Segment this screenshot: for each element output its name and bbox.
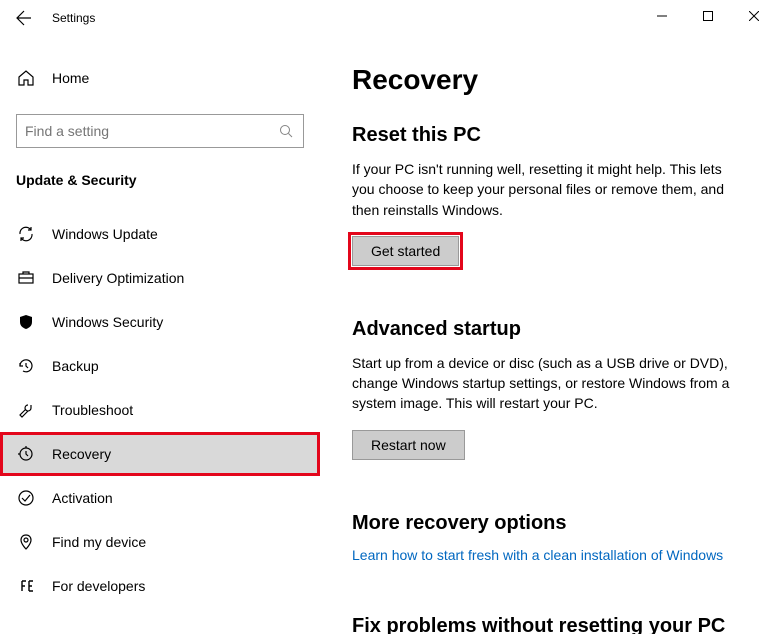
sidebar-item-label: Delivery Optimization xyxy=(52,270,184,286)
maximize-icon xyxy=(703,11,713,21)
search-icon xyxy=(279,124,295,138)
advanced-section-desc: Start up from a device or disc (such as … xyxy=(352,353,745,414)
troubleshoot-icon xyxy=(16,401,36,419)
get-started-button[interactable]: Get started xyxy=(352,236,459,266)
sidebar-item-windows-update[interactable]: Windows Update xyxy=(0,212,320,256)
find-icon xyxy=(16,533,36,551)
fix-section-title: Fix problems without resetting your PC xyxy=(352,615,745,634)
page-title: Recovery xyxy=(352,64,745,96)
sidebar-item-windows-security[interactable]: Windows Security xyxy=(0,300,320,344)
developers-icon xyxy=(16,577,36,595)
content-area: Recovery Reset this PC If your PC isn't … xyxy=(320,36,777,634)
clean-install-link[interactable]: Learn how to start fresh with a clean in… xyxy=(352,547,745,563)
sidebar-item-delivery-optimization[interactable]: Delivery Optimization xyxy=(0,256,320,300)
delivery-icon xyxy=(16,269,36,287)
close-button[interactable] xyxy=(731,0,777,32)
sidebar-item-label: Recovery xyxy=(52,446,111,462)
sidebar-item-label: Troubleshoot xyxy=(52,402,133,418)
sidebar-item-backup[interactable]: Backup xyxy=(0,344,320,388)
sidebar-item-recovery[interactable]: Recovery xyxy=(0,432,320,476)
backup-icon xyxy=(16,357,36,375)
recovery-icon xyxy=(16,445,36,463)
arrow-left-icon xyxy=(16,10,32,26)
sidebar-item-label: For developers xyxy=(52,578,145,594)
titlebar: Settings xyxy=(0,0,777,36)
activation-icon xyxy=(16,489,36,507)
sidebar-item-activation[interactable]: Activation xyxy=(0,476,320,520)
sidebar-item-find-my-device[interactable]: Find my device xyxy=(0,520,320,564)
sync-icon xyxy=(16,225,36,243)
sidebar-section-header: Update & Security xyxy=(0,148,320,200)
window-controls xyxy=(639,0,777,32)
home-icon xyxy=(16,69,36,87)
sidebar: Home Update & Security Windows Update xyxy=(0,36,320,634)
shield-icon xyxy=(16,313,36,331)
reset-section-desc: If your PC isn't running well, resetting… xyxy=(352,159,745,220)
home-nav[interactable]: Home xyxy=(0,56,320,100)
minimize-icon xyxy=(657,11,667,21)
search-input[interactable] xyxy=(25,123,279,139)
window-title: Settings xyxy=(52,11,95,25)
sidebar-item-label: Windows Update xyxy=(52,226,158,242)
sidebar-item-label: Activation xyxy=(52,490,113,506)
nav-list: Windows Update Delivery Optimization Win… xyxy=(0,212,320,608)
sidebar-item-label: Backup xyxy=(52,358,99,374)
sidebar-item-label: Find my device xyxy=(52,534,146,550)
back-button[interactable] xyxy=(8,2,40,34)
advanced-section-title: Advanced startup xyxy=(352,318,745,341)
sidebar-item-label: Windows Security xyxy=(52,314,163,330)
search-box[interactable] xyxy=(16,114,304,148)
home-label: Home xyxy=(52,70,89,86)
more-section-title: More recovery options xyxy=(352,512,745,535)
minimize-button[interactable] xyxy=(639,0,685,32)
close-icon xyxy=(749,11,759,21)
maximize-button[interactable] xyxy=(685,0,731,32)
restart-now-button[interactable]: Restart now xyxy=(352,430,465,460)
sidebar-item-troubleshoot[interactable]: Troubleshoot xyxy=(0,388,320,432)
reset-section-title: Reset this PC xyxy=(352,124,745,147)
sidebar-item-for-developers[interactable]: For developers xyxy=(0,564,320,608)
